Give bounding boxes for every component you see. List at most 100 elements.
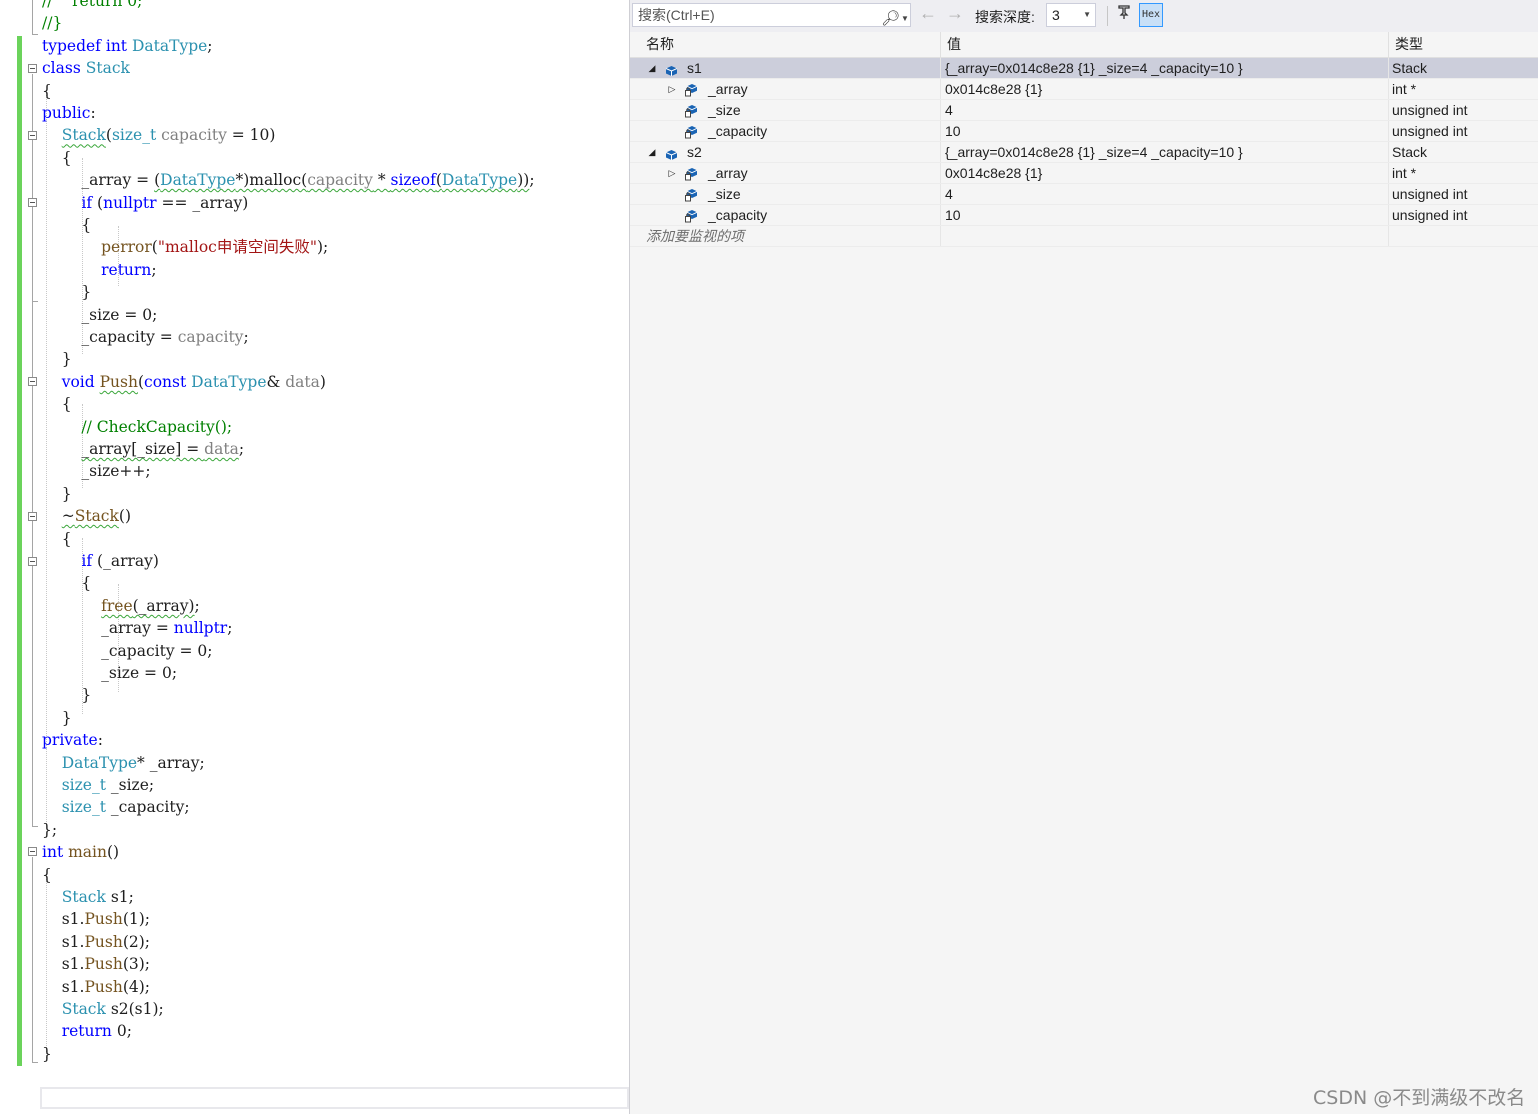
code-line[interactable]: free(_array); — [42, 595, 200, 617]
hex-display-toggle[interactable]: Hex — [1139, 3, 1163, 27]
code-line[interactable]: perror("malloc申请空间失败"); — [42, 236, 328, 258]
code-line[interactable]: if (nullptr == _array) — [42, 192, 248, 214]
object-icon — [665, 146, 678, 160]
watch-value-cell[interactable]: 10 — [941, 121, 1388, 141]
code-line[interactable]: ~Stack() — [42, 505, 131, 527]
watch-value-cell[interactable]: 10 — [941, 205, 1388, 225]
code-line[interactable]: { — [42, 214, 91, 236]
code-line[interactable]: _size++; — [42, 460, 150, 482]
code-line[interactable]: return; — [42, 259, 156, 281]
code-line[interactable]: { — [42, 147, 72, 169]
code-line[interactable]: _capacity = 0; — [42, 640, 212, 662]
code-line[interactable]: s1.Push(3); — [42, 953, 150, 975]
code-line[interactable]: class Stack — [42, 57, 130, 79]
watch-row[interactable]: _capacity 10 unsigned int — [630, 121, 1538, 142]
code-line[interactable]: _size = 0; — [42, 304, 157, 326]
code-line[interactable]: } — [42, 348, 72, 370]
fold-toggle-destructor[interactable] — [28, 512, 37, 521]
expand-triangle-icon[interactable]: ▷ — [666, 79, 678, 99]
code-line[interactable]: s1.Push(4); — [42, 976, 150, 998]
watch-row[interactable]: ▷ _array 0x014c8e28 {1} int * — [630, 79, 1538, 100]
back-arrow-icon[interactable]: ← — [919, 3, 937, 24]
column-header-name[interactable]: 名称 — [640, 32, 940, 57]
code-line[interactable]: int main() — [42, 841, 119, 863]
watch-value-cell[interactable]: {_array=0x014c8e28 {1} _size=4 _capacity… — [941, 142, 1388, 162]
search-icon[interactable]: 🔎︎ — [881, 8, 900, 30]
code-line[interactable]: } — [42, 483, 72, 505]
change-tracking-bar — [17, 36, 22, 1066]
watch-name-cell[interactable]: ◢ s2 — [630, 142, 940, 162]
code-line[interactable]: typedef int DataType; — [42, 35, 213, 57]
watch-value-cell[interactable]: 4 — [941, 100, 1388, 120]
code-line[interactable]: return 0; — [42, 1020, 132, 1042]
code-line[interactable]: } — [42, 1043, 52, 1065]
code-line[interactable]: { — [42, 80, 52, 102]
code-line[interactable]: Stack s2(s1); — [42, 998, 164, 1020]
watch-row[interactable]: _size 4 unsigned int — [630, 100, 1538, 121]
fold-toggle-push[interactable] — [28, 377, 37, 386]
code-line[interactable]: Stack(size_t capacity = 10) — [42, 124, 276, 146]
code-line[interactable]: _size = 0; — [42, 662, 177, 684]
code-line[interactable]: } — [42, 281, 91, 303]
code-line[interactable]: }; — [42, 819, 57, 841]
code-line[interactable]: Stack s1; — [42, 886, 134, 908]
watch-name-cell[interactable]: ▷ _array — [630, 79, 940, 99]
search-depth-select[interactable]: 3 ▼ — [1046, 3, 1096, 27]
code-line[interactable]: { — [42, 528, 72, 550]
code-line[interactable]: public: — [42, 102, 96, 124]
code-line[interactable]: // CheckCapacity(); — [42, 416, 232, 438]
code-line[interactable]: s1.Push(1); — [42, 908, 150, 930]
code-line[interactable]: size_t _size; — [42, 774, 154, 796]
code-editor[interactable]: // return 0;//} typedef int DataType; clas… — [0, 0, 629, 1114]
expand-triangle-icon[interactable]: ▷ — [666, 163, 678, 183]
watch-value-cell[interactable]: 0x014c8e28 {1} — [941, 163, 1388, 183]
horizontal-scrollbar[interactable] — [40, 1087, 629, 1109]
code-line[interactable]: void Push(const DataType& data) — [42, 371, 326, 393]
watch-name-cell[interactable]: ◢ s1 — [630, 58, 940, 78]
code-line[interactable]: _array = nullptr; — [42, 617, 232, 639]
code-line[interactable]: } — [42, 684, 91, 706]
watch-value-cell[interactable]: 0x014c8e28 {1} — [941, 79, 1388, 99]
column-header-type[interactable]: 类型 — [1389, 32, 1538, 57]
forward-arrow-icon[interactable]: → — [946, 3, 964, 24]
code-line[interactable]: private: — [42, 729, 103, 751]
watch-row[interactable]: _size 4 unsigned int — [630, 184, 1538, 205]
chevron-down-icon[interactable]: ▼ — [901, 8, 909, 30]
add-watch-placeholder[interactable]: 添加要监视的项 — [630, 226, 940, 246]
collapse-triangle-icon[interactable]: ◢ — [646, 142, 658, 162]
code-line[interactable]: // return 0; — [42, 0, 142, 12]
watch-value-cell[interactable]: 4 — [941, 184, 1388, 204]
code-line[interactable]: _array[_size] = data; — [42, 438, 244, 460]
watch-name-cell[interactable]: ▷ _array — [630, 163, 940, 183]
code-line[interactable]: s1.Push(2); — [42, 931, 150, 953]
code-line[interactable]: _array = (DataType*)malloc(capacity * si… — [42, 169, 534, 191]
fold-toggle-main[interactable] — [28, 847, 37, 856]
code-line[interactable]: size_t _capacity; — [42, 796, 190, 818]
code-line[interactable]: } — [42, 707, 72, 729]
pin-icon[interactable] — [1113, 4, 1135, 26]
watch-value-cell[interactable]: {_array=0x014c8e28 {1} _size=4 _capacity… — [941, 58, 1388, 78]
code-line[interactable]: { — [42, 864, 52, 886]
search-input[interactable]: 搜索(Ctrl+E) 🔎︎ ▼ — [632, 3, 911, 27]
watch-name-cell[interactable]: _size — [630, 184, 940, 204]
code-line[interactable]: _capacity = capacity; — [42, 326, 248, 348]
watch-row[interactable]: ◢ s1 {_array=0x014c8e28 {1} _size=4 _capac… — [630, 58, 1538, 79]
code-line[interactable]: { — [42, 393, 72, 415]
code-line[interactable]: DataType* _array; — [42, 752, 205, 774]
fold-toggle-if[interactable] — [28, 198, 37, 207]
collapse-triangle-icon[interactable]: ◢ — [646, 58, 658, 78]
watch-name-cell[interactable]: _size — [630, 100, 940, 120]
watch-row[interactable]: _capacity 10 unsigned int — [630, 205, 1538, 226]
add-watch-row[interactable]: 添加要监视的项 — [630, 226, 1538, 247]
code-line[interactable]: //} — [42, 12, 62, 34]
watch-row[interactable]: ◢ s2 {_array=0x014c8e28 {1} _size=4 _capac… — [630, 142, 1538, 163]
watch-name-cell[interactable]: _capacity — [630, 121, 940, 141]
fold-toggle-if-array[interactable] — [28, 557, 37, 566]
watch-row[interactable]: ▷ _array 0x014c8e28 {1} int * — [630, 163, 1538, 184]
code-line[interactable]: if (_array) — [42, 550, 159, 572]
fold-toggle-constructor[interactable] — [28, 131, 37, 140]
column-header-value[interactable]: 值 — [941, 32, 1388, 57]
code-line[interactable]: { — [42, 572, 91, 594]
fold-toggle-class[interactable] — [28, 64, 37, 73]
watch-name-cell[interactable]: _capacity — [630, 205, 940, 225]
